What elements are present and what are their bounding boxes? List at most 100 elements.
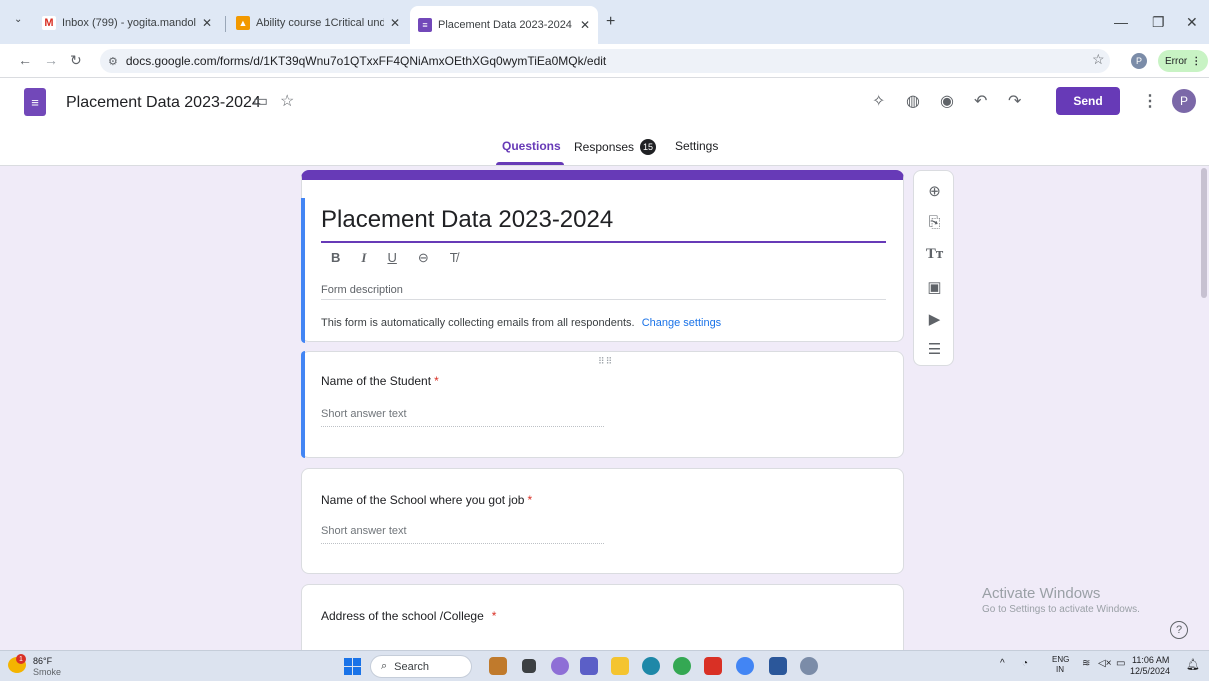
link-icon[interactable]: ⊖ bbox=[418, 250, 429, 266]
document-title[interactable]: Placement Data 2023-2024 bbox=[66, 94, 261, 112]
close-icon[interactable]: ✕ bbox=[202, 16, 212, 30]
weather-temperature[interactable]: 86°F bbox=[33, 656, 52, 666]
tab-questions[interactable]: Questions bbox=[502, 139, 561, 153]
add-section-icon[interactable]: ☰ bbox=[914, 340, 955, 358]
url-text: docs.google.com/forms/d/1KT39qWnu7o1QTxx… bbox=[125, 54, 607, 68]
question-title-text: Name of the School where you got job bbox=[321, 493, 525, 507]
add-title-icon[interactable]: Tт bbox=[914, 246, 955, 263]
underline-button[interactable]: U bbox=[387, 250, 396, 266]
network-status-icon[interactable]: ◔ bbox=[1022, 658, 1028, 669]
minimize-icon[interactable]: — bbox=[1114, 14, 1128, 30]
taskbar-search[interactable]: ⌕ Search bbox=[370, 655, 472, 678]
clock-date[interactable]: 12/5/2024 bbox=[1130, 666, 1170, 676]
tab-search-icon[interactable]: ⌄ bbox=[14, 14, 22, 25]
tab-settings[interactable]: Settings bbox=[675, 139, 718, 153]
add-image-icon[interactable]: ▣ bbox=[914, 278, 955, 296]
add-video-icon[interactable]: ▶ bbox=[914, 310, 955, 328]
chrome-alt-profile-icon[interactable] bbox=[800, 657, 818, 675]
answer-underline bbox=[321, 543, 604, 544]
drag-handle-icon[interactable]: ⠿⠿ bbox=[598, 356, 613, 367]
more-options-icon[interactable]: ⋮ bbox=[1142, 91, 1158, 111]
chevron-up-icon[interactable]: ^ bbox=[1000, 658, 1005, 669]
new-tab-button[interactable]: + bbox=[606, 13, 615, 31]
notification-bell-icon[interactable]: 🔔︎ bbox=[1186, 658, 1200, 671]
watermark-subtitle: Go to Settings to activate Windows. bbox=[982, 604, 1140, 615]
short-answer-placeholder: Short answer text bbox=[321, 525, 407, 537]
bookmark-star-icon[interactable]: ☆ bbox=[1092, 51, 1105, 68]
close-icon[interactable]: ✕ bbox=[580, 18, 590, 32]
scrollbar-thumb[interactable] bbox=[1201, 168, 1207, 298]
chrome-browser-icon[interactable] bbox=[673, 657, 691, 675]
form-description-input[interactable]: Form description bbox=[321, 284, 403, 296]
search-icon: ⌕ bbox=[381, 660, 388, 672]
title-underline bbox=[321, 241, 886, 243]
battery-icon[interactable]: ▭ bbox=[1116, 658, 1125, 669]
task-view-icon[interactable] bbox=[522, 659, 536, 673]
import-questions-icon[interactable]: ⎘ bbox=[914, 214, 955, 231]
active-tab-indicator bbox=[496, 162, 564, 165]
back-icon[interactable]: ← bbox=[18, 52, 32, 68]
volume-icon[interactable]: ◁× bbox=[1098, 658, 1112, 669]
wifi-icon[interactable]: ≋ bbox=[1082, 658, 1090, 669]
question-title: Name of the Student * bbox=[321, 374, 439, 388]
help-icon[interactable]: ? bbox=[1170, 621, 1188, 639]
change-settings-link[interactable]: Change settings bbox=[642, 317, 722, 329]
address-bar: ← → ↻ ⚙ docs.google.com/forms/d/1KT39qWn… bbox=[0, 44, 1209, 78]
file-explorer-icon[interactable] bbox=[611, 657, 629, 675]
short-answer-placeholder: Short answer text bbox=[321, 408, 407, 420]
search-label: Search bbox=[394, 660, 430, 673]
star-icon[interactable]: ☆ bbox=[280, 91, 294, 111]
customize-theme-icon[interactable]: ◍ bbox=[906, 91, 920, 111]
error-button[interactable]: Error ⋮ bbox=[1158, 50, 1209, 72]
required-asterisk: * bbox=[491, 609, 497, 623]
form-title-input[interactable]: Placement Data 2023-2024 bbox=[321, 206, 613, 234]
browser-tab-gmail[interactable]: M Inbox (799) - yogita.mandole@ ✕ bbox=[34, 8, 220, 38]
send-button[interactable]: Send bbox=[1056, 87, 1120, 115]
forms-logo-icon[interactable]: ≡ bbox=[24, 88, 46, 116]
browser-tab-forms[interactable]: ≡ Placement Data 2023-2024 - Go ✕ bbox=[410, 6, 598, 44]
add-question-icon[interactable]: ⊕ bbox=[914, 182, 955, 200]
undo-icon[interactable]: ↶ bbox=[974, 91, 987, 111]
language-region: IN bbox=[1056, 665, 1064, 674]
windows-start-icon[interactable] bbox=[344, 658, 361, 675]
clock-time[interactable]: 11:06 AM bbox=[1132, 655, 1169, 665]
close-icon[interactable]: ✕ bbox=[390, 16, 400, 30]
question-card[interactable]: Name of the School where you got job * Sh… bbox=[301, 468, 904, 574]
email-collection-notice: This form is automatically collecting em… bbox=[321, 317, 721, 329]
weather-description: Smoke bbox=[33, 667, 62, 677]
site-settings-icon[interactable]: ⚙ bbox=[108, 55, 118, 68]
restore-icon[interactable]: ❐ bbox=[1152, 14, 1165, 31]
answer-underline bbox=[321, 426, 604, 427]
chrome-profile-icon[interactable] bbox=[736, 657, 754, 675]
url-input[interactable]: ⚙ docs.google.com/forms/d/1KT39qWnu7o1QT… bbox=[100, 49, 1110, 73]
browser-tab-strip: ⌄ M Inbox (799) - yogita.mandole@ ✕ ▲ Ab… bbox=[0, 0, 1209, 44]
copilot-app-icon[interactable] bbox=[551, 657, 569, 675]
form-title-card[interactable]: Placement Data 2023-2024 B I U ⊖ T̸ Form… bbox=[301, 170, 904, 343]
word-app-icon[interactable] bbox=[769, 657, 787, 675]
preview-eye-icon[interactable]: ◉ bbox=[940, 91, 954, 111]
redo-icon[interactable]: ↷ bbox=[1008, 91, 1021, 111]
close-window-icon[interactable]: ✕ bbox=[1186, 14, 1198, 31]
bold-button[interactable]: B bbox=[331, 250, 340, 266]
account-avatar[interactable]: P bbox=[1172, 89, 1196, 113]
browser-profile-avatar[interactable]: P bbox=[1131, 53, 1147, 69]
reload-icon[interactable]: ↻ bbox=[70, 52, 82, 69]
question-toolbar: ⊕ ⎘ Tт ▣ ▶ ☰ bbox=[913, 170, 954, 366]
forward-icon[interactable]: → bbox=[44, 52, 58, 68]
question-card[interactable]: ⠿⠿ Name of the Student * Short answer tex… bbox=[301, 351, 904, 458]
browser-tab-course[interactable]: ▲ Ability course 1Critical understa ✕ bbox=[228, 8, 408, 38]
widgets-app-icon[interactable] bbox=[489, 657, 507, 675]
italic-button[interactable]: I bbox=[361, 250, 366, 266]
add-ons-icon[interactable]: ✧ bbox=[872, 91, 885, 111]
folder-icon[interactable]: ▭ bbox=[253, 91, 268, 111]
teams-app-icon[interactable] bbox=[580, 657, 598, 675]
question-card[interactable]: Address of the school /College * bbox=[301, 584, 904, 654]
page-scrollbar[interactable] bbox=[1199, 166, 1209, 650]
language-code[interactable]: ENG bbox=[1052, 655, 1069, 664]
forms-header: ≡ Placement Data 2023-2024 ▭ ☆ ✧ ◍ ◉ ↶ ↷… bbox=[0, 78, 1209, 166]
tab-responses[interactable]: Responses 15 bbox=[574, 139, 657, 155]
responses-count-badge: 15 bbox=[640, 139, 657, 155]
clear-format-icon[interactable]: T̸ bbox=[450, 250, 458, 266]
acrobat-app-icon[interactable] bbox=[704, 657, 722, 675]
edge-browser-icon[interactable] bbox=[642, 657, 660, 675]
